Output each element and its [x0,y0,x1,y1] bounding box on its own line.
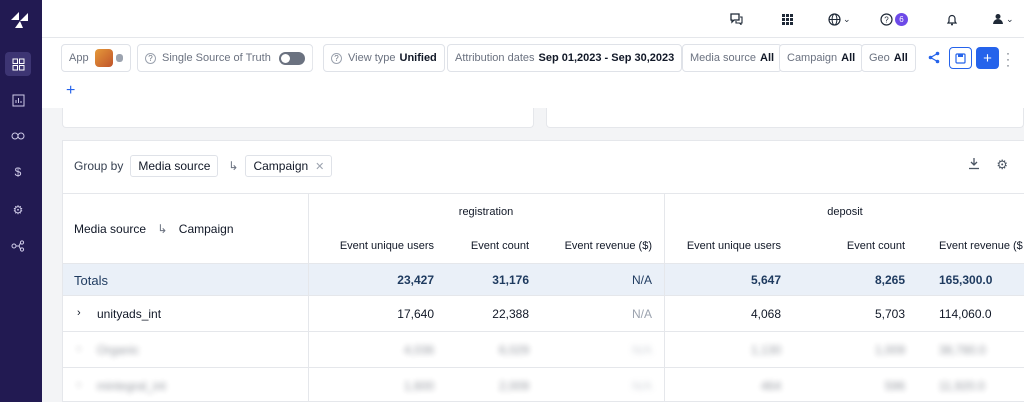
geo-filter[interactable]: Geo All [861,44,916,72]
chat-icon[interactable] [730,11,743,27]
table-cell: 23,427 [397,273,434,287]
table-cell: 4,068 [750,307,781,321]
left-sidebar: $ ⚙ [0,0,42,402]
table-header: Media source ↳ Campaign registration dep… [63,193,1024,263]
download-icon[interactable] [968,157,980,173]
row-label: mintegral_int [97,379,166,393]
bell-icon[interactable] [946,11,958,27]
share-icon[interactable] [928,51,940,69]
integrations-icon[interactable] [5,234,31,258]
table-cell: 5,647 [750,273,781,287]
dimension-header[interactable]: Media source ↳ Campaign [74,222,234,236]
table-settings-icon[interactable]: ⚙ [996,157,1008,173]
card-fragment [546,108,1024,128]
column-divider [664,193,665,402]
chevron-down-icon: ⌄ [843,13,851,24]
group-by-bar: Group by Media source ↳ Campaign ✕ [74,155,333,177]
table-cell: 17,640 [397,307,434,321]
ssot-toggle-chip[interactable]: ? Single Source of Truth [137,44,313,72]
sub-group-arrow-icon: ↳ [157,222,168,236]
totals-row: Totals 23,427 31,176 N/A 5,647 8,265 165… [63,263,1024,295]
filter-bar: App ? Single Source of Truth ? View type… [42,38,1024,108]
link-icon[interactable] [5,124,31,148]
table-cell: 5,703 [874,307,905,321]
remove-icon[interactable]: ✕ [315,160,324,173]
user-menu-icon[interactable]: ⌄ [992,11,1014,27]
card-toolbar: ⚙ [968,157,1008,173]
language-globe-icon[interactable]: ⌄ [828,11,851,27]
top-bar: ⌄ ? 6 ⌄ [42,0,1024,38]
app-selector[interactable]: App [61,44,131,72]
divider [312,48,313,68]
revenue-icon[interactable]: $ [5,160,31,184]
table-cell: 4,036 [403,343,434,357]
group-by-media-source[interactable]: Media source [130,155,219,177]
expand-chevron-icon[interactable]: › [77,307,81,319]
view-type-filter[interactable]: ? View type Unified [323,44,445,72]
info-icon: ? [145,52,156,64]
settings-icon[interactable]: ⚙ [5,198,31,222]
table-cell: N/A [631,307,652,321]
save-button[interactable] [949,47,972,69]
table-cell: 596 [884,379,905,393]
table-cell: 11,920.0 [939,379,985,393]
more-options-icon[interactable]: · · · [1004,47,1012,71]
column-header[interactable]: Event unique users [309,240,434,252]
event-group-header: registration [458,206,514,218]
table-cell: 114,060.0 [939,307,992,321]
apple-icon [115,54,123,62]
totals-label: Totals [74,273,108,288]
table-cell: 1,600 [403,379,434,393]
table-cell: 1,009 [874,343,905,357]
help-count-badge: 6 [895,12,908,26]
expand-chevron-icon[interactable]: › [77,379,81,391]
table-cell: N/A [631,273,652,287]
group-by-campaign[interactable]: Campaign ✕ [245,155,333,177]
row-label: Organic [97,343,140,357]
column-header[interactable]: Event count [434,240,529,252]
add-widget-button[interactable]: + [976,47,999,69]
table-cell: 22,388 [492,307,529,321]
column-header[interactable]: Event revenue ($) [529,240,652,252]
attribution-dates-filter[interactable]: Attribution dates Sep 01,2023 - Sep 30,2… [447,44,683,72]
apps-grid-icon[interactable] [782,11,793,27]
table-cell: 38,780.0 [939,343,986,357]
add-filter-button[interactable]: + [66,82,75,100]
table-cell: N/A [631,379,652,393]
dashboard-icon[interactable] [5,52,31,76]
table-cell: 6,029 [498,343,529,357]
table-cell: 1,130 [750,343,781,357]
table-cell: 165,300.0 [939,273,993,287]
sub-group-arrow-icon: ↳ [228,159,239,173]
row-label: unityads_int [97,307,162,321]
column-divider [308,193,309,402]
card-fragment [62,108,534,128]
column-header[interactable]: Event revenue ($ [939,240,1023,252]
table-row[interactable]: › Organic 4,036 6,029 N/A 1,130 1,009 38… [63,331,1024,367]
expand-chevron-icon[interactable]: › [77,343,81,355]
table-row[interactable]: › unityads_int 17,640 22,388 N/A 4,068 5… [63,295,1024,331]
media-source-filter[interactable]: Media source All [682,44,783,72]
svg-text:?: ? [884,15,889,24]
column-header[interactable]: Event count [781,240,905,252]
reports-icon[interactable] [5,88,31,112]
event-group-header: deposit [827,206,863,218]
table-cell: N/A [631,343,652,357]
table-cell: 2,009 [498,379,529,393]
table-cell: 8,265 [874,273,905,287]
column-header[interactable]: Event unique users [665,240,781,252]
campaign-filter[interactable]: Campaign All [779,44,864,72]
info-icon: ? [331,52,342,64]
table-cell: 31,176 [492,273,529,287]
report-table-card: Group by Media source ↳ Campaign ✕ ⚙ Med… [62,140,1024,402]
chevron-down-icon: ⌄ [1006,13,1014,24]
app-icon [94,49,113,67]
help-icon[interactable]: ? 6 [880,11,908,27]
ssot-toggle[interactable] [278,51,305,65]
brand-logo-icon[interactable] [8,8,32,32]
table-row[interactable]: › mintegral_int 1,600 2,009 N/A 464 596 … [63,367,1024,402]
save-icon [955,52,966,64]
table-cell: 464 [760,379,781,393]
